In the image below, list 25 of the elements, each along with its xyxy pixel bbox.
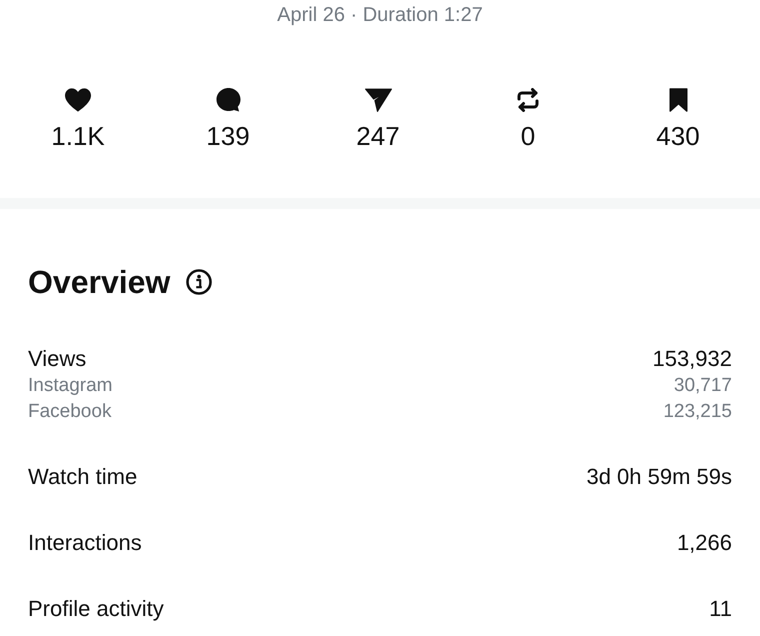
metric-value: 11	[709, 595, 732, 623]
info-icon[interactable]	[186, 269, 212, 295]
speech-bubble-icon	[216, 88, 240, 112]
stat-count: 1.1K	[51, 121, 105, 151]
source-label: Facebook	[28, 400, 112, 424]
metric-value: 3d 0h 59m 59s	[586, 463, 732, 491]
stat-count: 247	[356, 121, 400, 151]
bookmark-icon	[668, 88, 688, 112]
section-title: Overview	[28, 263, 170, 302]
source-value: 30,717	[674, 374, 732, 398]
metric-label: Views	[28, 345, 86, 373]
metric-label: Interactions	[28, 529, 142, 557]
repost-arrows-icon	[517, 88, 539, 112]
metric-value: 153,932	[652, 345, 732, 373]
date-duration-text: April 26 · Duration 1:27	[277, 3, 483, 28]
metric-value: 1,266	[676, 529, 732, 557]
paper-plane-icon	[364, 88, 392, 112]
stat-count: 0	[520, 121, 536, 151]
metric-label: Profile activity	[28, 595, 164, 623]
metric-label: Watch time	[28, 463, 138, 491]
stat-count: 430	[656, 121, 700, 151]
source-label: Instagram	[28, 374, 112, 398]
source-value: 123,215	[663, 400, 732, 424]
heart-icon	[65, 88, 91, 112]
stat-count: 139	[206, 121, 250, 151]
